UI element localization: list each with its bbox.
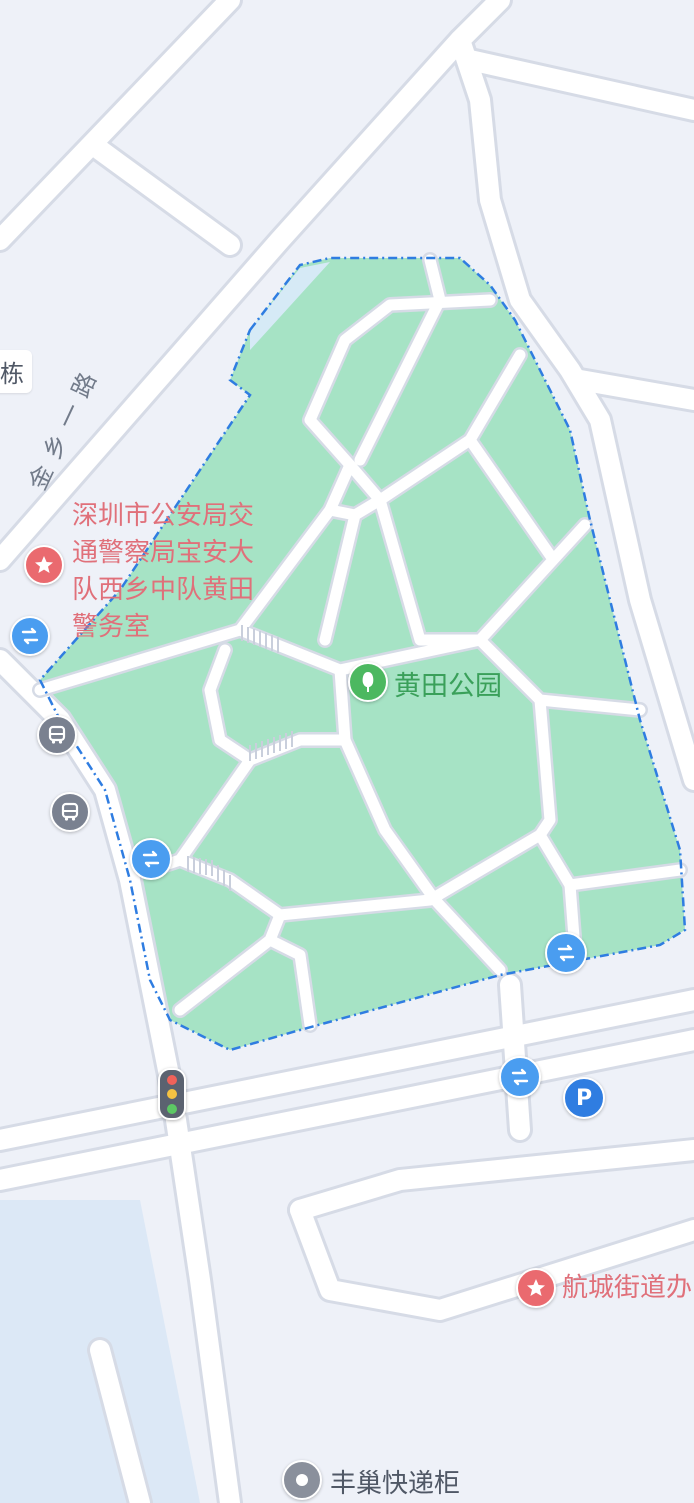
- police-label-line-1: 深圳市公安局交: [72, 501, 255, 531]
- bus-icon[interactable]: [37, 715, 77, 755]
- park-name-label[interactable]: 黄田公园: [394, 664, 502, 703]
- star-icon[interactable]: [516, 1268, 556, 1308]
- traffic-light-icon[interactable]: [158, 1068, 186, 1120]
- locker-dot: [296, 1474, 308, 1486]
- locker-icon[interactable]: [282, 1460, 322, 1500]
- map-canvas[interactable]: 金乡一路 栋 深圳市公安局交 通警察局宝安大 队西乡中队黄田 警务室 黄田公园: [0, 0, 694, 1503]
- transfer-icon[interactable]: [499, 1056, 541, 1098]
- police-label-line-2: 通警察局宝安大: [72, 538, 255, 568]
- building-label[interactable]: 栋: [0, 350, 32, 393]
- traffic-light-green-icon: [167, 1103, 177, 1114]
- transfer-icon[interactable]: [545, 932, 587, 974]
- transfer-icon[interactable]: [130, 838, 172, 880]
- traffic-light-red-icon: [167, 1074, 177, 1085]
- bus-icon[interactable]: [50, 792, 90, 832]
- parking-icon[interactable]: P: [563, 1077, 605, 1119]
- traffic-light-yellow-icon: [167, 1089, 177, 1099]
- police-label-line-4: 警务室: [72, 612, 151, 642]
- police-label-line-3: 队西乡中队黄田: [72, 575, 255, 605]
- transfer-icon[interactable]: [10, 616, 50, 656]
- street-office-label[interactable]: 航城街道办: [562, 1270, 692, 1307]
- locker-label[interactable]: 丰巢快递柜: [330, 1463, 460, 1500]
- police-station-label[interactable]: 深圳市公安局交 通警察局宝安大 队西乡中队黄田 警务室: [72, 498, 254, 646]
- building-label-text: 栋: [0, 360, 24, 388]
- star-icon[interactable]: [24, 545, 64, 585]
- tree-icon[interactable]: [348, 662, 388, 702]
